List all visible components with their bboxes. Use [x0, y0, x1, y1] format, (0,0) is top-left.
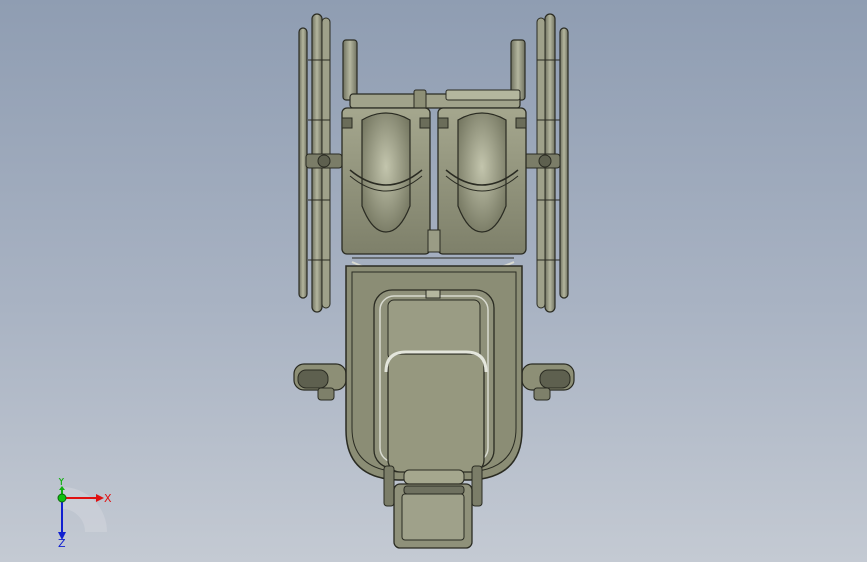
- y-axis-label: Y: [57, 478, 65, 488]
- cad-model-viewport[interactable]: [0, 0, 867, 562]
- right-wheel: [523, 13, 569, 313]
- chair-body: [345, 265, 523, 481]
- right-backrest: [437, 107, 527, 255]
- left-wheel: [298, 13, 343, 313]
- coordinate-triad: X Y Z: [57, 478, 112, 548]
- left-backrest: [341, 107, 431, 255]
- z-axis-label: Z: [58, 537, 66, 548]
- x-axis-label: X: [104, 492, 112, 505]
- right-armrest: [521, 363, 575, 401]
- left-armrest: [293, 363, 347, 401]
